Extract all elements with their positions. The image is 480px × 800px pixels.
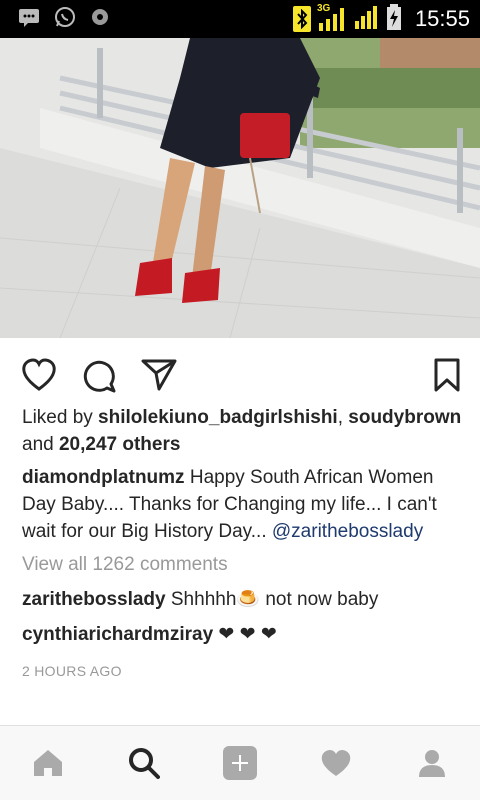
post-action-bar (0, 338, 480, 408)
bluetooth-icon (292, 6, 311, 32)
tab-home[interactable] (24, 739, 72, 787)
post-photo-illustration (0, 38, 480, 338)
signal-icon: 3G (317, 3, 347, 33)
tab-new-post[interactable] (216, 739, 264, 787)
comment-username[interactable]: cynthiarichardmziray (22, 624, 213, 645)
add-icon (223, 746, 257, 780)
bookmark-icon (434, 358, 460, 392)
whatsapp-icon (54, 6, 76, 33)
comment-item: cynthiarichardmziray ❤ ❤ ❤ (22, 621, 462, 648)
message-icon (18, 6, 40, 33)
post-image[interactable] (0, 38, 480, 338)
tab-activity[interactable] (312, 739, 360, 787)
share-button[interactable] (140, 356, 178, 394)
comment-text: Shhhhh🍮 not now baby (165, 589, 379, 610)
likes-prefix: Liked by (22, 407, 99, 428)
tab-search[interactable] (120, 739, 168, 787)
send-icon (141, 359, 177, 391)
save-button[interactable] (428, 356, 466, 394)
liker-username[interactable]: soudybrown (348, 407, 461, 428)
comment-icon (83, 360, 116, 393)
heart-icon (321, 750, 351, 776)
liker-username[interactable]: shilolekiuno_badgirlshishi (98, 407, 338, 428)
likes-line: Liked by shilolekiuno_badgirlshishi, sou… (22, 404, 462, 458)
tab-profile[interactable] (408, 739, 456, 787)
caption-username[interactable]: diamondplatnumz (22, 467, 185, 488)
status-bar: 3G 15:55 (0, 0, 480, 38)
comment-button[interactable] (80, 356, 118, 394)
search-icon (129, 748, 160, 779)
like-button[interactable] (20, 356, 58, 394)
post-content: Liked by shilolekiuno_badgirlshishi, sou… (22, 404, 462, 685)
view-all-comments-link[interactable]: View all 1262 comments (22, 551, 462, 578)
comment-text: ❤ ❤ ❤ (213, 624, 277, 645)
likes-separator: , (337, 407, 343, 428)
status-time: 15:55 (414, 6, 470, 31)
post-timestamp: 2 HOURS AGO (22, 663, 122, 679)
signal-icon-2 (353, 3, 379, 36)
profile-icon (419, 750, 445, 777)
bottom-tab-bar (0, 725, 480, 800)
heart-icon (22, 358, 56, 391)
post-caption: diamondplatnumz Happy South African Wome… (22, 464, 462, 545)
sync-icon (90, 7, 110, 32)
likes-count[interactable]: 20,247 others (59, 434, 180, 455)
comment-username[interactable]: zarithebosslady (22, 589, 166, 610)
caption-mention[interactable]: @zarithebosslady (272, 521, 423, 542)
comment-item: zarithebosslady Shhhhh🍮 not now baby (22, 586, 462, 613)
battery-icon (385, 3, 403, 36)
likes-and: and (22, 434, 59, 455)
home-icon (34, 750, 62, 776)
